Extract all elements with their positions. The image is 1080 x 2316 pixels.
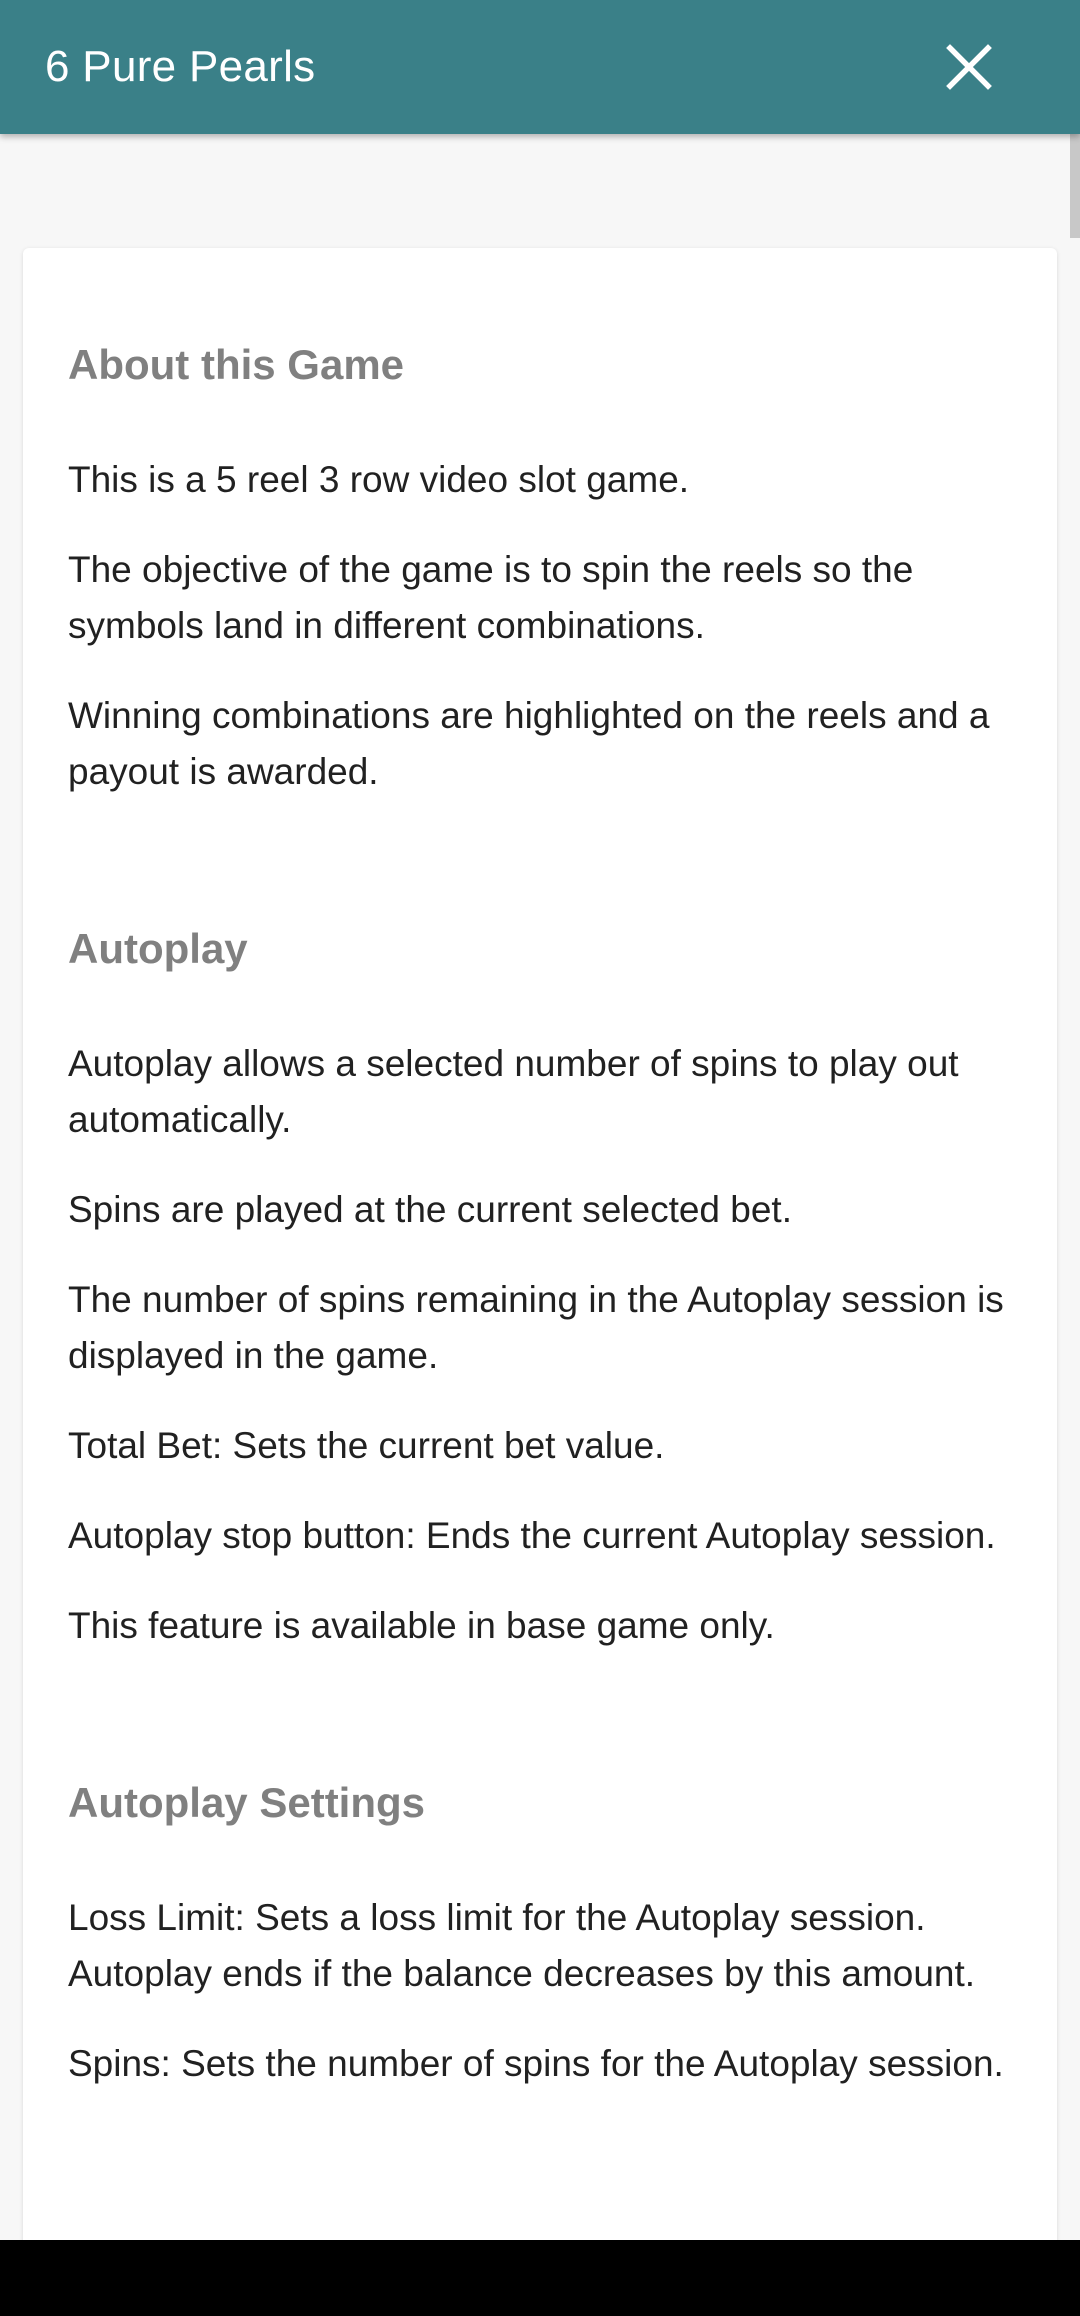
app-header: 6 Pure Pearls <box>0 0 1080 134</box>
close-icon <box>946 44 992 90</box>
app-screen: 6 Pure Pearls About this Game This is a … <box>0 0 1080 2316</box>
page-title: 6 Pure Pearls <box>45 42 316 91</box>
paragraph: Loss Limit: Sets a loss limit for the Au… <box>68 1897 976 1994</box>
section-about-game: About this Game This is a 5 reel 3 row v… <box>68 340 1013 800</box>
help-content-card: About this Game This is a 5 reel 3 row v… <box>23 248 1057 2316</box>
section-autoplay-settings: Autoplay Settings Loss Limit: Sets a los… <box>68 1778 1013 2092</box>
paragraph: Autoplay allows a selected number of spi… <box>68 1043 959 1140</box>
paragraph: Total Bet: Sets the current bet value. <box>68 1425 665 1466</box>
system-navigation-bar <box>0 2240 1080 2316</box>
paragraph: This feature is available in base game o… <box>68 1605 775 1646</box>
paragraph: Spins are played at the current selected… <box>68 1189 792 1230</box>
paragraph: The objective of the game is to spin the… <box>68 549 914 646</box>
scrollbar-thumb[interactable] <box>1070 134 1080 238</box>
paragraph: Winning combinations are highlighted on … <box>68 695 990 792</box>
section-autoplay: Autoplay Autoplay allows a selected numb… <box>68 924 1013 1654</box>
paragraph: This is a 5 reel 3 row video slot game. <box>68 459 690 500</box>
paragraph: Autoplay stop button: Ends the current A… <box>68 1515 996 1556</box>
close-button[interactable] <box>930 28 1008 106</box>
section-heading: Autoplay <box>68 925 248 972</box>
paragraph: The number of spins remaining in the Aut… <box>68 1279 1004 1376</box>
section-heading: Autoplay Settings <box>68 1779 426 1826</box>
paragraph: Spins: Sets the number of spins for the … <box>68 2043 1004 2084</box>
section-heading: About this Game <box>68 341 405 388</box>
